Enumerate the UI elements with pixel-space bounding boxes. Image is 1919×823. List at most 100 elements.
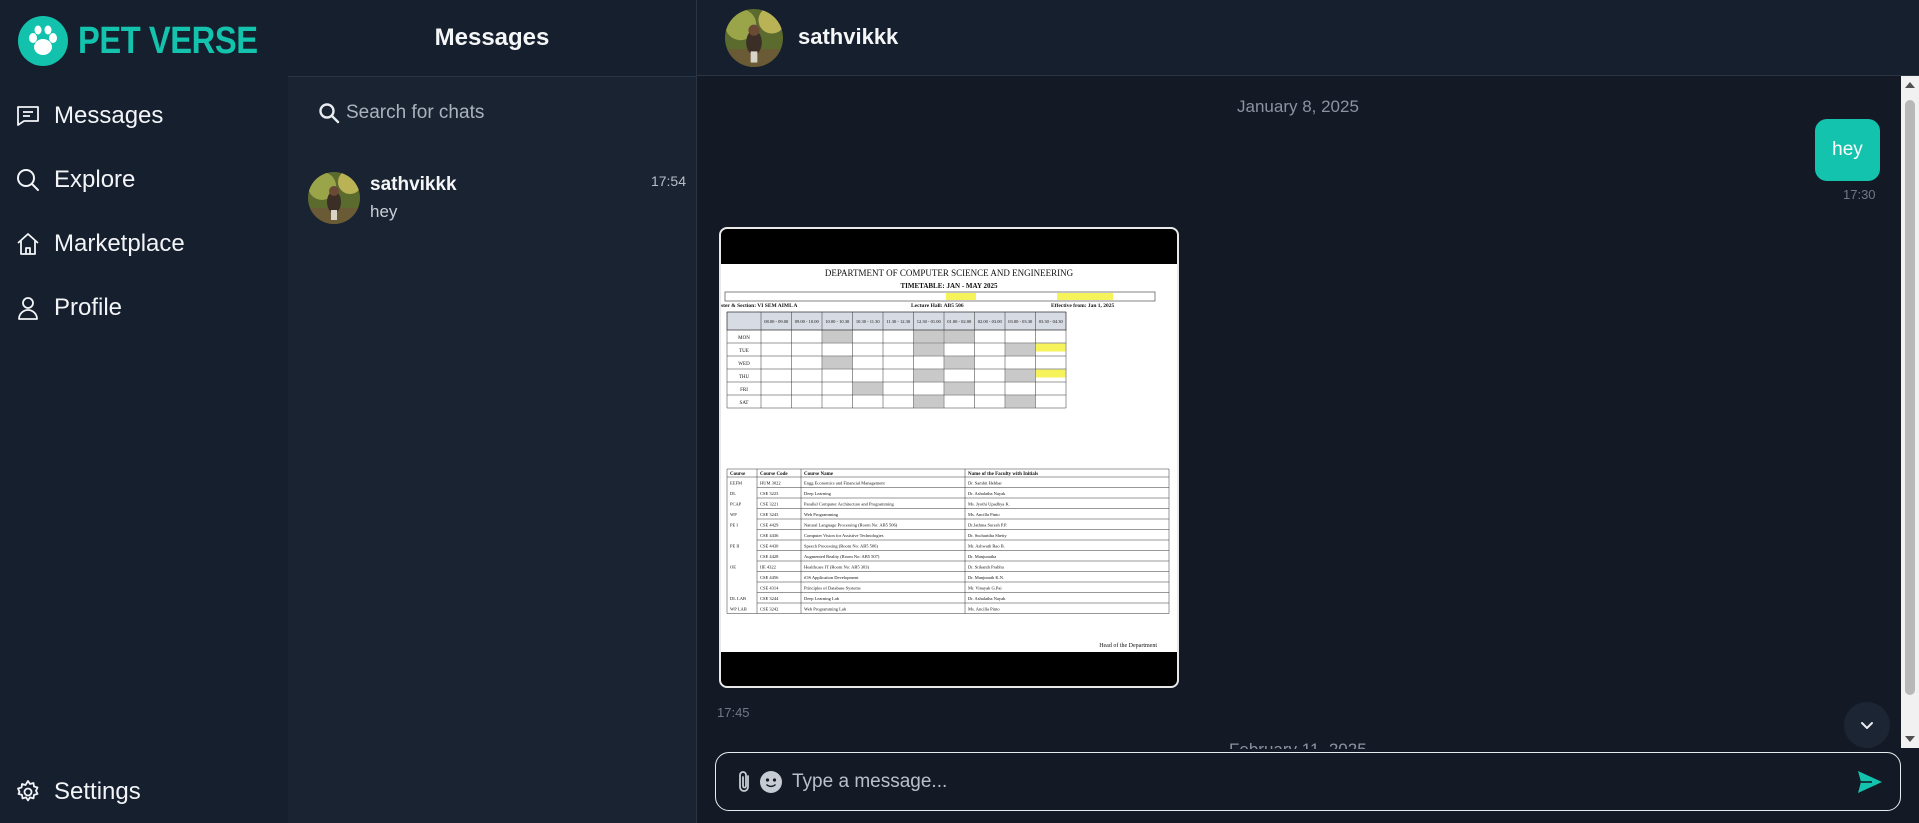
timetable-subheading: TIMETABLE: JAN - MAY 2025	[901, 282, 998, 290]
course-cell: Ms. Ancilla Pinto	[968, 512, 1000, 517]
course-cell: WP	[730, 512, 737, 517]
course-cell: Parallel Computer Architecture and Progr…	[804, 502, 894, 507]
send-icon[interactable]	[1855, 767, 1885, 797]
conversation-header: sathvikkk	[697, 0, 1919, 76]
course-cell: CSE 3243	[760, 512, 779, 517]
course-cell: Natural Language Processing (Room No: AB…	[804, 523, 898, 528]
outgoing-message[interactable]: hey	[1815, 119, 1880, 181]
course-header: Name of the Faculty with Initials	[968, 472, 1038, 477]
nav-item-profile[interactable]: Profile	[14, 288, 122, 328]
course-cell: Web Programming	[804, 512, 839, 517]
timetable-day: SAT	[740, 401, 749, 406]
chat-contact-name: sathvikkk	[370, 174, 457, 195]
course-cell: CSE 3244	[760, 596, 779, 601]
course-cell: PE I	[730, 523, 738, 528]
message-timestamp: 17:45	[717, 705, 750, 720]
timetable-section: ster & Section: VI SEM AIML A	[721, 303, 798, 309]
timetable-day: WED	[738, 362, 750, 367]
timetable-slot: 10.30 - 11.30	[856, 319, 881, 324]
message-input[interactable]	[792, 767, 1832, 797]
course-cell: iOS Application Development	[804, 575, 859, 580]
course-cell: Healthcare IT (Room No: AB5 303)	[804, 565, 870, 570]
course-cell: Mr. Vinayak G.Pai	[968, 586, 1002, 591]
nav-label: Messages	[54, 102, 164, 129]
search-input[interactable]	[346, 102, 646, 124]
user-icon	[14, 294, 42, 322]
avatar	[308, 172, 360, 224]
nav-label: Settings	[54, 778, 141, 805]
timetable-footer: Head of the Department	[1099, 642, 1157, 649]
course-cell: DL	[730, 491, 736, 496]
course-cell: Dr. Manjunatha	[968, 554, 996, 559]
course-cell: HUM 3022	[760, 481, 781, 486]
course-cell: Web Programming Lab	[804, 607, 847, 612]
message-icon	[14, 102, 42, 130]
scroll-up-arrow-icon[interactable]	[1905, 82, 1915, 88]
course-cell: CSE 4430	[760, 544, 779, 549]
nav-label: Explore	[54, 166, 136, 193]
chat-list-header: Messages	[288, 0, 696, 77]
timetable-day: TUE	[739, 349, 749, 354]
course-cell: CSE 4456	[760, 575, 779, 580]
brand[interactable]: PET VERSE	[18, 16, 287, 66]
chat-list-item[interactable]: sathvikkk hey 17:54	[308, 170, 688, 226]
chat-search	[316, 98, 646, 128]
timetable-slot: 11.30 - 12.30	[886, 319, 911, 324]
course-cell: CSE 4428	[760, 554, 779, 559]
timetable-slot: 10.00 - 10.30	[825, 319, 850, 324]
course-cell: Dr. Ashalatha Nayak	[968, 596, 1006, 601]
course-cell: PCAP	[730, 502, 742, 507]
nav-item-settings[interactable]: Settings	[14, 772, 141, 812]
date-separator: February 11, 2025	[1229, 740, 1367, 749]
timetable-slot: 03.00 - 03.30	[1008, 319, 1033, 324]
conversation-contact-name[interactable]: sathvikkk	[798, 24, 898, 50]
course-cell: Engg Economics and Financial Management	[804, 481, 885, 486]
paperclip-icon[interactable]	[732, 768, 756, 796]
timetable-hall: Lecture Hall: AB5 506	[911, 303, 964, 309]
course-cell: Mr. Ashwath Rao B.	[968, 544, 1005, 549]
image-message[interactable]: DEPARTMENT OF COMPUTER SCIENCE AND ENGIN…	[719, 227, 1179, 688]
scroll-to-bottom-button[interactable]	[1844, 702, 1890, 748]
timetable-effective: Effective from: Jan 1, 2025	[1051, 303, 1115, 309]
conversation-scrollbar[interactable]	[1901, 76, 1919, 748]
date-separator-clipped: February 11, 2025	[697, 731, 1902, 749]
timetable-slot: 02.00 - 03.00	[978, 319, 1003, 324]
nav-item-marketplace[interactable]: Marketplace	[14, 224, 185, 264]
emoji-icon[interactable]	[759, 770, 783, 794]
course-cell: Ms. Ancilla Pinto	[968, 607, 1000, 612]
avatar[interactable]	[725, 9, 783, 67]
search-icon	[316, 100, 342, 126]
course-cell: CSE 4436	[760, 533, 779, 538]
course-cell: CSE 3221	[760, 502, 778, 507]
course-cell: OE	[730, 565, 736, 570]
nav-label: Marketplace	[54, 230, 185, 257]
course-cell: Dr. Ashalatha Nayak	[968, 491, 1006, 496]
scrollbar-thumb[interactable]	[1905, 100, 1915, 695]
course-cell: Dr. Manjunath K.N.	[968, 575, 1004, 580]
course-cell: EEFM	[730, 481, 742, 486]
course-cell: Dr. Srikanth Prabhu	[968, 565, 1005, 570]
timetable-slot: 01.00 - 02.00	[947, 319, 972, 324]
nav-item-explore[interactable]: Explore	[14, 160, 135, 200]
course-cell: Dr.Jathma Suresh P.P.	[968, 523, 1007, 528]
scroll-down-arrow-icon[interactable]	[1905, 736, 1915, 742]
message-timestamp: 17:30	[1843, 187, 1876, 202]
message-composer	[715, 752, 1901, 811]
course-cell: Deep Learning	[804, 491, 832, 496]
chat-list-title: Messages	[434, 24, 550, 51]
course-header: Course	[730, 472, 746, 477]
course-header: Course Code	[760, 472, 788, 477]
course-cell: Deep Learning Lab	[804, 596, 840, 601]
course-cell: Computer Vision for Assistive Technologi…	[804, 533, 884, 538]
left-nav: PET VERSE Messages Explore Marketplace P…	[0, 0, 288, 823]
timetable-slot: 03.30 - 04.30	[1039, 319, 1064, 324]
timetable-slot: 12.30 - 01.00	[917, 319, 942, 324]
date-separator: January 8, 2025	[1237, 97, 1359, 116]
nav-item-messages[interactable]: Messages	[14, 96, 163, 136]
course-cell: Augmented Reality (Room No: AB5 507)	[804, 554, 880, 559]
timetable-day: FRI	[740, 388, 748, 393]
course-cell: PE II	[730, 544, 740, 549]
timetable-slot: 08.00 - 09.00	[764, 319, 789, 324]
course-cell: Principles of Database Systems	[804, 586, 861, 591]
course-cell: Dr. Sambit Hebbar	[968, 481, 1002, 486]
